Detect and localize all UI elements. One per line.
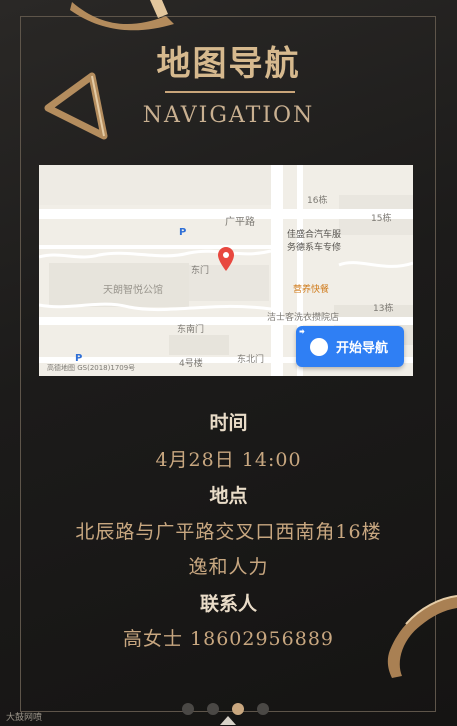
map-label-food: 营养快餐 bbox=[293, 285, 330, 295]
map-label-laundry: 洁士客洗衣攒院店 bbox=[267, 313, 340, 323]
contact-value: 高女士 18602956889 bbox=[122, 628, 334, 650]
navigation-arrow-icon bbox=[296, 326, 328, 356]
map-label-company2: 务德系车专修 bbox=[287, 243, 342, 253]
map-view[interactable]: 广平路 佳盛合汽车服 务德系车专修 营养快餐 洁士客洗衣攒院店 天朗智悦公馆 东… bbox=[39, 165, 413, 376]
map-label-apartment: 天朗智悦公馆 bbox=[103, 285, 163, 296]
start-navigation-button[interactable]: 开始导航 bbox=[296, 326, 404, 367]
page-dot[interactable] bbox=[182, 703, 194, 715]
title-divider bbox=[165, 91, 295, 93]
location-pin-icon bbox=[218, 247, 234, 271]
map-label-gate-east: 东门 bbox=[191, 266, 210, 276]
map-copyright: 高德地图 GS(2018)1709号 bbox=[47, 364, 136, 372]
map-label-building13: 13栋 bbox=[373, 304, 394, 314]
map-label-building15: 15栋 bbox=[371, 214, 392, 224]
start-navigation-label: 开始导航 bbox=[336, 341, 389, 356]
time-label: 时间 bbox=[209, 412, 248, 434]
page-subtitle: NAVIGATION bbox=[142, 103, 315, 128]
page-dot-active[interactable] bbox=[232, 703, 244, 715]
watermark: 大鼓网喷 bbox=[6, 713, 43, 723]
map-label-company: 佳盛合汽车服 bbox=[287, 230, 342, 240]
place-value-line1: 北辰路与广平路交叉口西南角16楼 bbox=[75, 521, 382, 543]
map-label-building4: 4号楼 bbox=[179, 359, 203, 369]
map-label-building16: 16栋 bbox=[307, 196, 328, 206]
contact-label: 联系人 bbox=[199, 593, 257, 615]
parking-icon: P bbox=[75, 353, 83, 364]
map-label-gate-ne: 东北门 bbox=[237, 355, 265, 365]
map-label-road: 广平路 bbox=[225, 217, 255, 228]
map-label-gate-se: 东南门 bbox=[177, 325, 205, 335]
page-title: 地图导航 bbox=[156, 44, 301, 84]
place-label: 地点 bbox=[209, 485, 248, 507]
invitation-page: 地图导航 NAVIGATION 广平路 佳盛合汽车服 务德系车专修 营养快餐 洁… bbox=[0, 0, 457, 726]
parking-icon: P bbox=[179, 227, 187, 238]
time-value: 4月28日 14:00 bbox=[155, 449, 302, 471]
page-dot[interactable] bbox=[257, 703, 269, 715]
ribbon-top-decoration bbox=[70, 0, 174, 31]
place-value-line2: 逸和人力 bbox=[188, 556, 269, 578]
swipe-up-arrow-icon[interactable] bbox=[220, 716, 236, 725]
page-indicator bbox=[182, 703, 269, 715]
page-dot[interactable] bbox=[207, 703, 219, 715]
